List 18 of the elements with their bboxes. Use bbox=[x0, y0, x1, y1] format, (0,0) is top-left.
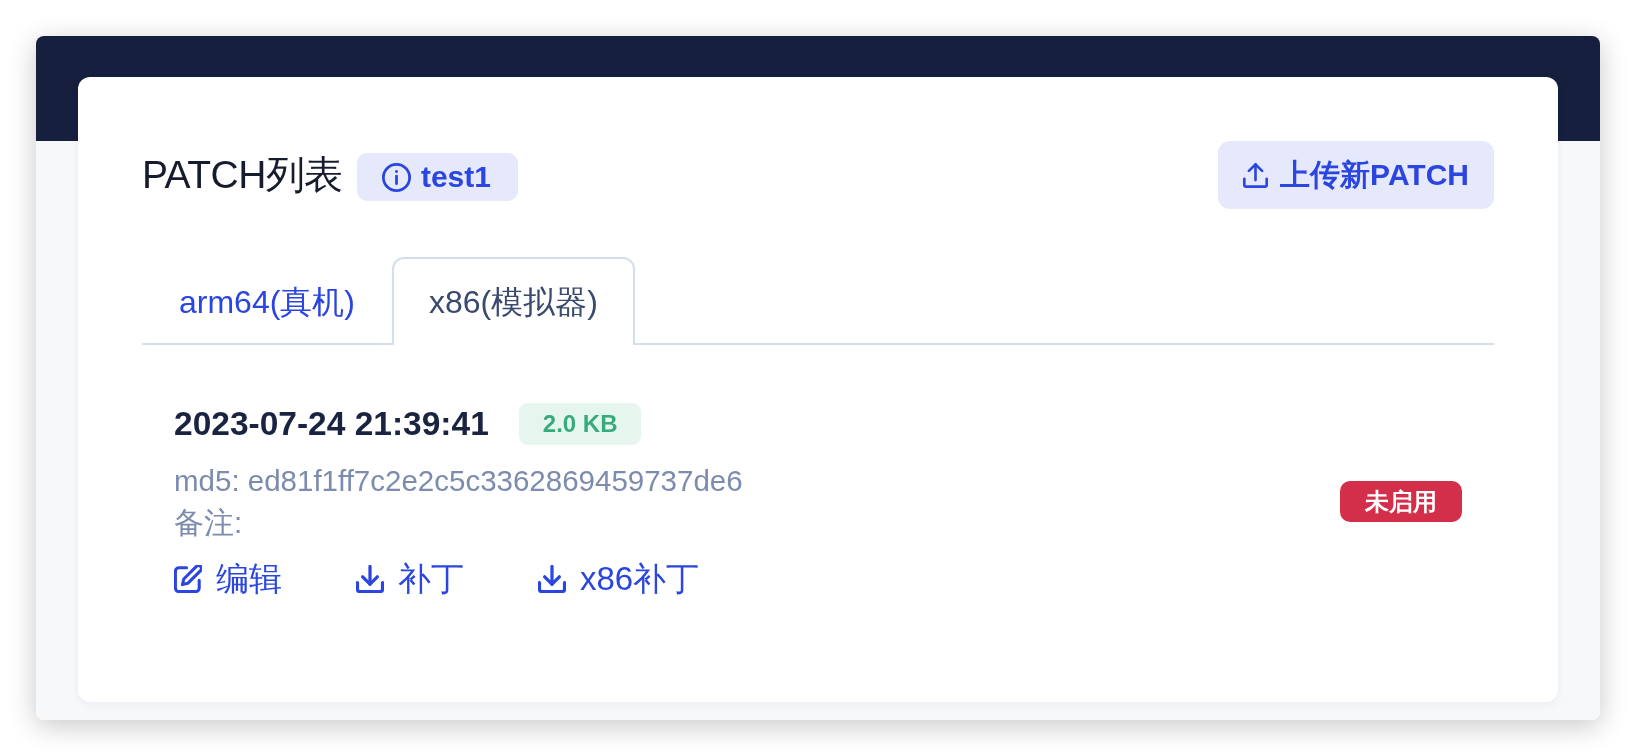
upload-button[interactable]: 上传新PATCH bbox=[1218, 141, 1494, 209]
download-icon bbox=[538, 565, 566, 593]
file-size-badge: 2.0 KB bbox=[518, 403, 642, 445]
tab[interactable]: arm64(真机) bbox=[142, 257, 392, 345]
status-badge: 未启用 bbox=[1340, 480, 1462, 522]
download-link[interactable]: x86补丁 bbox=[538, 559, 700, 599]
note-label: 备注: bbox=[174, 505, 243, 541]
tab[interactable]: x86(模拟器) bbox=[392, 257, 635, 345]
app-name: test1 bbox=[420, 160, 491, 194]
upload-icon bbox=[1243, 162, 1269, 188]
info-icon bbox=[381, 162, 411, 192]
patch-time: 2023-07-24 21:39:41 bbox=[174, 404, 489, 444]
download-link[interactable]: 补丁 bbox=[356, 559, 464, 599]
md5-text: md5: ed81f1ff7c2e2c5c3362869459737de6 bbox=[174, 463, 743, 499]
page-title: PATCH列表 bbox=[142, 152, 343, 198]
download-icon bbox=[356, 565, 384, 593]
edit-link[interactable]: 编辑 bbox=[174, 559, 282, 599]
edit-icon bbox=[174, 565, 202, 593]
